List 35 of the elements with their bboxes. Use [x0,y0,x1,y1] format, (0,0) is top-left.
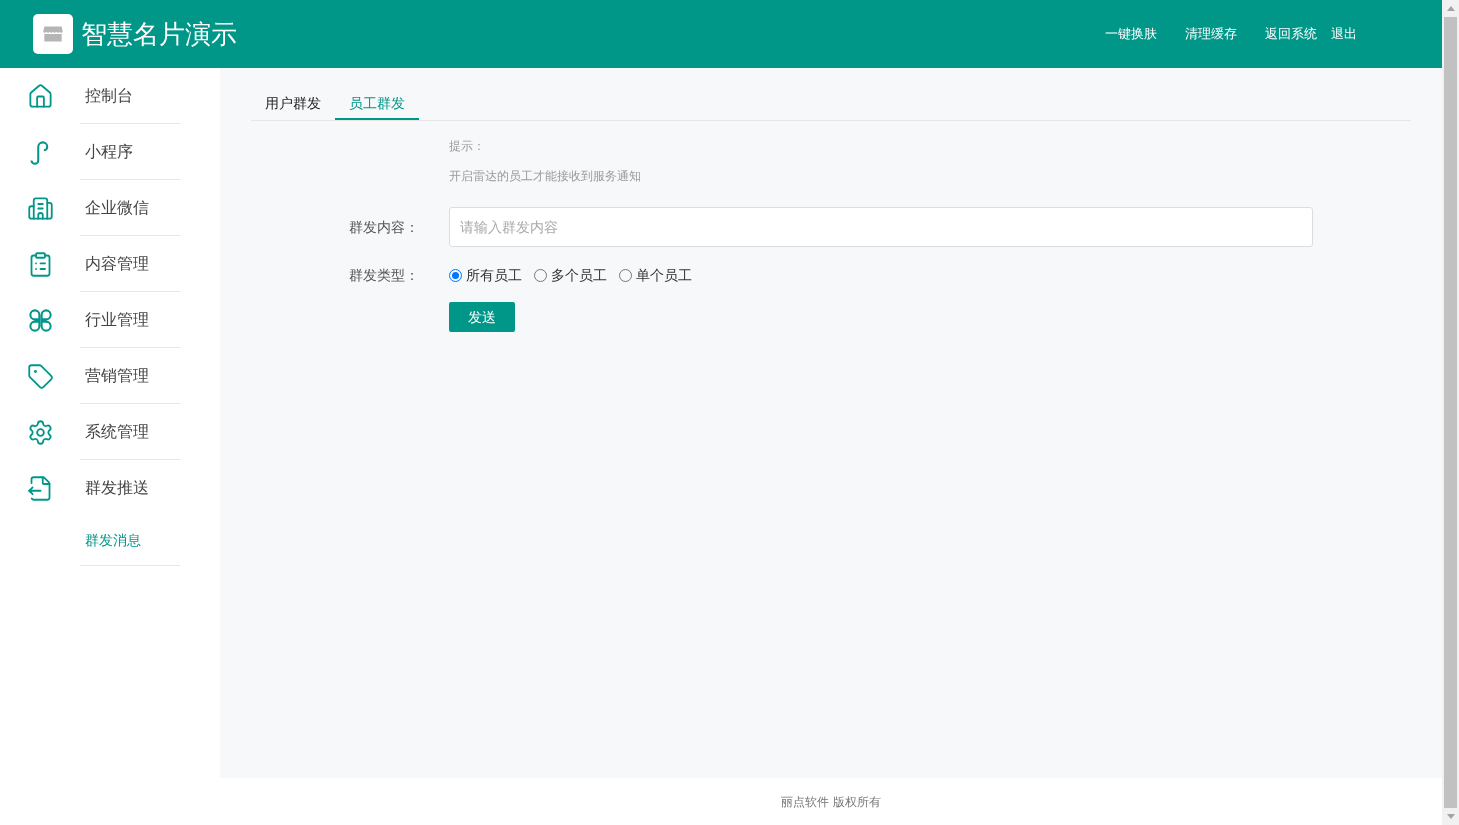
tag-icon [26,362,54,390]
header-link[interactable]: 退出 [1331,24,1357,44]
sidebar-item[interactable]: 系统管理 [80,419,149,444]
sidebar-item[interactable]: 内容管理 [80,251,149,276]
building-icon [26,194,54,222]
sidebar-item[interactable]: 控制台 [80,83,133,108]
app-title: 智慧名片演示 [81,17,237,51]
settings-icon [26,418,54,446]
hint-text: 开启雷达的员工才能接收到服务通知 [449,168,642,185]
sidebar-item[interactable]: 企业微信 [80,195,149,220]
header-link[interactable]: 返回系统 [1265,24,1317,44]
tab[interactable]: 用户群发 [251,88,335,120]
radio-label: 单个员工 [636,266,692,285]
store-logo-icon [33,14,73,54]
radio-label: 所有员工 [466,266,522,285]
content-input-field[interactable]: 请输入群发内容 [449,207,1313,247]
clover-icon [26,306,54,334]
send-button[interactable]: 发送 [449,302,515,332]
scroll-down-arrow-icon[interactable] [1446,814,1455,819]
sidebar-item[interactable]: 营销管理 [80,363,149,388]
copyright-text: 丽点软件 版权所有 [781,793,881,811]
sidebar-item[interactable]: 行业管理 [80,307,149,332]
house-icon [26,82,54,110]
scroll-up-arrow-icon[interactable] [1446,6,1455,11]
tab[interactable]: 员工群发 [335,88,419,120]
field-label: 群发内容： [348,217,420,237]
header-link[interactable]: 清理缓存 [1185,24,1237,44]
sidebar-item[interactable]: 小程序 [80,139,133,164]
scrollbar[interactable] [1442,0,1459,825]
sidebar-item[interactable]: 群发推送 [80,476,149,500]
field-label: 群发类型： [348,266,420,285]
sidebar-subitem[interactable]: 群发消息 [80,530,141,551]
radio-label: 多个员工 [551,266,607,285]
header-link[interactable]: 一键换肤 [1105,24,1157,44]
hint-title: 提示： [449,138,486,155]
